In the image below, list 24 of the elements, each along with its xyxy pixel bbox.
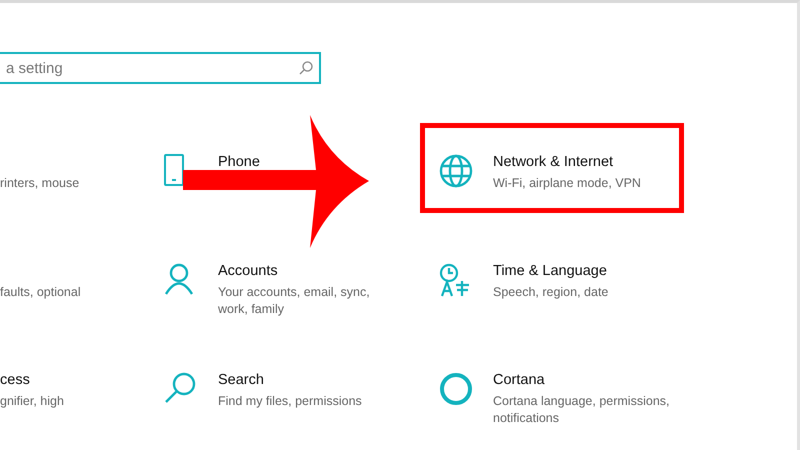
search-input[interactable]: a setting (6, 60, 299, 76)
category-description: Find my files, permissions (218, 393, 362, 410)
category-title[interactable]: Accounts (218, 263, 403, 279)
category-description: gnifier, high (0, 393, 64, 410)
clock-icon (439, 263, 471, 297)
category-title[interactable]: Phone (218, 154, 260, 170)
person-icon (164, 263, 194, 295)
phone-icon (164, 154, 184, 186)
category-description: faults, optional (0, 284, 81, 301)
category-title[interactable]: Search (218, 372, 362, 388)
category-description: Your accounts, email, sync, work, family (218, 284, 371, 318)
category-description: Wi-Fi, airplane mode, VPN (493, 175, 641, 192)
search-icon (164, 372, 196, 404)
category-title[interactable]: Network & Internet (493, 154, 641, 170)
ring-icon (439, 372, 473, 406)
category-title[interactable]: Cortana (493, 372, 678, 388)
category-description: Speech, region, date (493, 284, 608, 301)
globe-icon (439, 154, 473, 188)
search-field[interactable]: a setting (0, 52, 321, 84)
category-title[interactable]: Time & Language (493, 263, 608, 279)
category-title[interactable]: cess (0, 372, 64, 388)
category-description: Cortana language, permissions, notifications (493, 393, 670, 427)
category-description: rinters, mouse (0, 175, 80, 192)
search-icon[interactable] (299, 61, 313, 75)
